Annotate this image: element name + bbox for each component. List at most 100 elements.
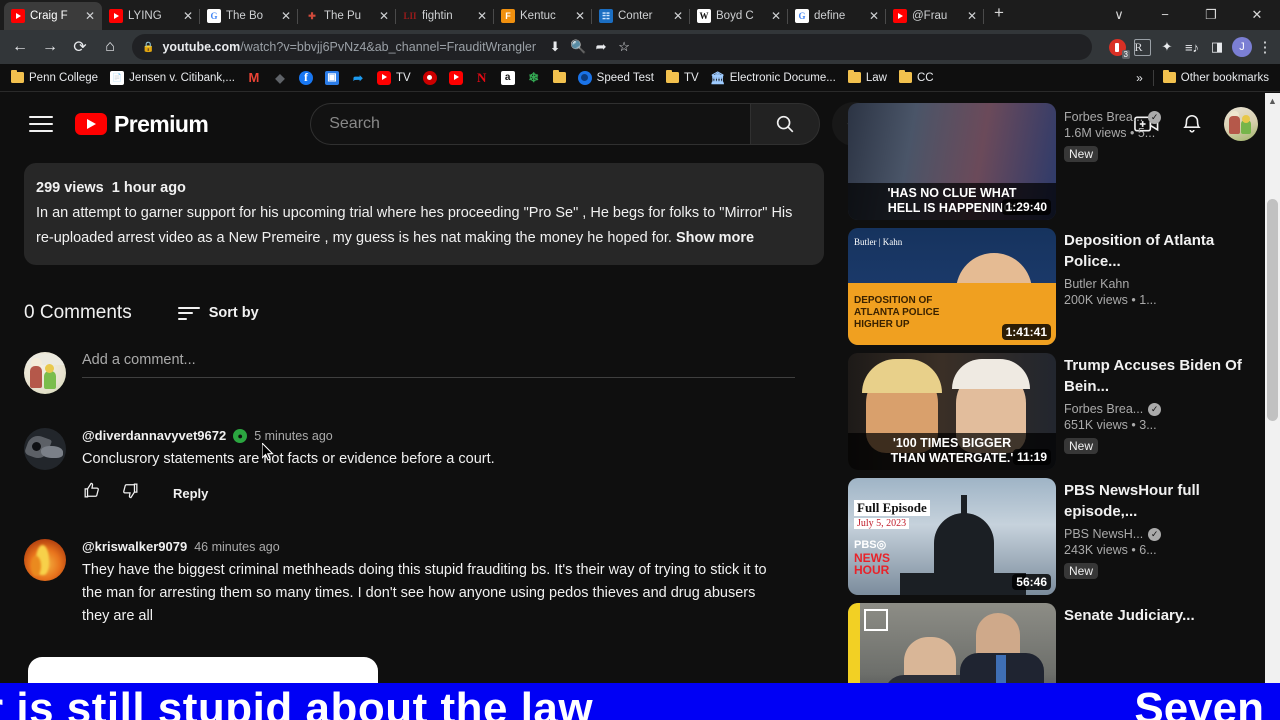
bookmark-youtube-tv[interactable]: TV [372,69,416,87]
bookmark-amazon[interactable]: a [496,69,520,87]
other-bookmarks-button[interactable]: Other bookmarks [1158,69,1274,86]
video-title[interactable]: Trump Accuses Biden Of Bein... [1064,355,1252,397]
video-thumbnail[interactable]: 'HAS NO CLUE WHAT HELL IS HAPPENING' 1:2… [848,103,1056,220]
video-title[interactable]: Senate Judiciary... [1064,605,1252,626]
zoom-icon[interactable]: 🔍 [567,36,589,58]
maximize-button[interactable]: ❐ [1188,0,1234,30]
browser-tab-9[interactable]: @Frau ✕ [886,2,984,30]
video-channel[interactable]: Butler Kahn [1064,277,1252,291]
sidebar-video-item[interactable]: Full Episode July 5, 2023 PBS◎ NEWS HOUR … [848,478,1252,595]
puzzle-extensions-icon[interactable]: ✦ [1156,36,1178,58]
tab-list-icon[interactable]: ∨ [1096,0,1142,30]
hamburger-menu-icon[interactable] [24,107,58,141]
browser-tab-4[interactable]: LII fightin ✕ [396,2,494,30]
new-tab-button[interactable]: + [984,0,1014,30]
close-icon[interactable]: ✕ [869,9,879,23]
reply-button[interactable]: Reply [173,486,208,501]
bookmarks-overflow-button[interactable]: » [1130,71,1149,85]
back-button[interactable]: ← [6,33,34,61]
browser-tab-3[interactable]: ✚ The Pu ✕ [298,2,396,30]
show-more-button[interactable]: Show more [676,230,754,246]
page-scrollbar[interactable]: ▲ ▼ [1265,93,1280,720]
bookmark-law[interactable]: Law [843,69,892,86]
close-icon[interactable]: ✕ [673,9,683,23]
install-icon[interactable]: ⬇ [544,36,566,58]
thumbs-up-icon[interactable] [82,481,101,505]
bookmark-blue-app[interactable]: ▣ [320,69,344,87]
scroll-up-button[interactable]: ▲ [1265,93,1280,108]
browser-tab-5[interactable]: F Kentuc ✕ [494,2,592,30]
browser-tab-2[interactable]: G The Bo ✕ [200,2,298,30]
close-icon[interactable]: ✕ [477,9,487,23]
bookmark-jensen[interactable]: 📄 Jensen v. Citibank,... [105,69,240,87]
bookmark-twitter[interactable]: ➦ [346,69,370,87]
video-channel[interactable]: PBS NewsH... ✓ [1064,527,1252,541]
address-bar[interactable]: 🔒 youtube.com/watch?v=bbvjj6PvNz4&ab_cha… [132,34,1092,60]
browser-tab-8[interactable]: G define ✕ [788,2,886,30]
bookmark-star-icon[interactable]: ☆ [613,36,635,58]
close-icon[interactable]: ✕ [967,9,977,23]
bookmark-tv-folder[interactable]: TV [661,69,704,86]
browser-tab-1[interactable]: LYING ✕ [102,2,200,30]
comment-author[interactable]: @kriswalker9079 [82,539,187,554]
side-panel-icon[interactable]: ◨ [1206,36,1228,58]
close-icon[interactable]: ✕ [281,9,291,23]
bookmark-google-photos[interactable]: ❄ [522,69,546,87]
sidebar-video-item[interactable]: 'HAS NO CLUE WHAT HELL IS HAPPENING' 1:2… [848,103,1252,220]
profile-avatar[interactable]: J [1231,36,1253,58]
bookmark-youtube[interactable] [444,69,468,87]
avatar[interactable] [24,539,66,581]
comment-author[interactable]: @diverdannavyvet9672 [82,428,226,443]
video-channel[interactable]: Forbes Brea... ✓ [1064,402,1252,416]
avatar[interactable] [24,428,66,470]
bookmark-cc[interactable]: CC [894,69,939,86]
close-icon[interactable]: ✕ [379,9,389,23]
reading-list-icon[interactable]: ≡♪ [1181,36,1203,58]
blue-app-icon: ▣ [324,70,339,85]
close-icon[interactable]: ✕ [771,9,781,23]
video-thumbnail[interactable]: Full Episode July 5, 2023 PBS◎ NEWS HOUR … [848,478,1056,595]
reload-button[interactable]: ⟳ [66,33,94,61]
youtube-premium-logo[interactable]: Premium [75,111,209,138]
bookmark-record[interactable] [418,69,442,87]
browser-tab-7[interactable]: W Boyd C ✕ [690,2,788,30]
search-input[interactable]: Search [310,103,751,145]
home-button[interactable]: ⌂ [96,33,124,61]
video-title[interactable]: Deposition of Atlanta Police... [1064,230,1252,272]
bookmark-speed-test[interactable]: Speed Test [573,69,659,87]
search-button[interactable] [750,103,821,145]
bookmark-gmail[interactable]: M [242,69,266,87]
bookmark-facebook[interactable]: f [294,69,318,87]
sort-by-button[interactable]: Sort by [177,305,259,321]
video-thumbnail[interactable]: Butler | Kahn DEPOSITION OF ATLANTA POLI… [848,228,1056,345]
share-icon[interactable]: ➦ [590,36,612,58]
browser-menu-button[interactable]: ⋮ [1256,38,1274,56]
video-thumbnail[interactable]: '100 TIMES BIGGER THAN WATERGATE.' 11:19 [848,353,1056,470]
avatar[interactable] [1224,107,1258,141]
browser-tab-0[interactable]: Craig F ✕ [4,2,102,30]
bookmark-drive[interactable]: ◆ [268,69,292,87]
bookmark-folder-1[interactable] [548,69,571,85]
close-icon[interactable]: ✕ [575,9,585,23]
close-window-button[interactable]: ✕ [1234,0,1280,30]
add-comment-input[interactable]: Add a comment... [82,352,795,378]
forward-button[interactable]: → [36,33,64,61]
thumbs-down-icon[interactable] [121,481,140,505]
close-icon[interactable]: ✕ [183,9,193,23]
sidebar-video-item[interactable]: Butler | Kahn DEPOSITION OF ATLANTA POLI… [848,228,1252,345]
video-description-box[interactable]: 299 views 1 hour ago In an attempt to ga… [24,163,824,265]
bookmark-netflix[interactable]: N [470,69,494,87]
adblock-badge-icon[interactable]: 3 [1106,36,1130,59]
close-icon[interactable]: ✕ [85,9,95,23]
comment-text: Conclusrory statements are not facts or … [82,451,495,467]
bookmark-penn-college[interactable]: Penn College [6,69,103,86]
bookmark-electronic-documents[interactable]: 🏛 Electronic Docume... [706,69,841,87]
video-title[interactable]: PBS NewsHour full episode,... [1064,480,1252,522]
folder-icon [666,69,680,83]
sidebar-video-item[interactable]: '100 TIMES BIGGER THAN WATERGATE.' 11:19… [848,353,1252,470]
bookmark-label: Jensen v. Citibank,... [129,71,235,84]
scrollbar-thumb[interactable] [1267,199,1278,421]
r-extension-icon[interactable]: R [1131,36,1153,58]
minimize-button[interactable]: − [1142,0,1188,30]
browser-tab-6[interactable]: ☷ Conter ✕ [592,2,690,30]
